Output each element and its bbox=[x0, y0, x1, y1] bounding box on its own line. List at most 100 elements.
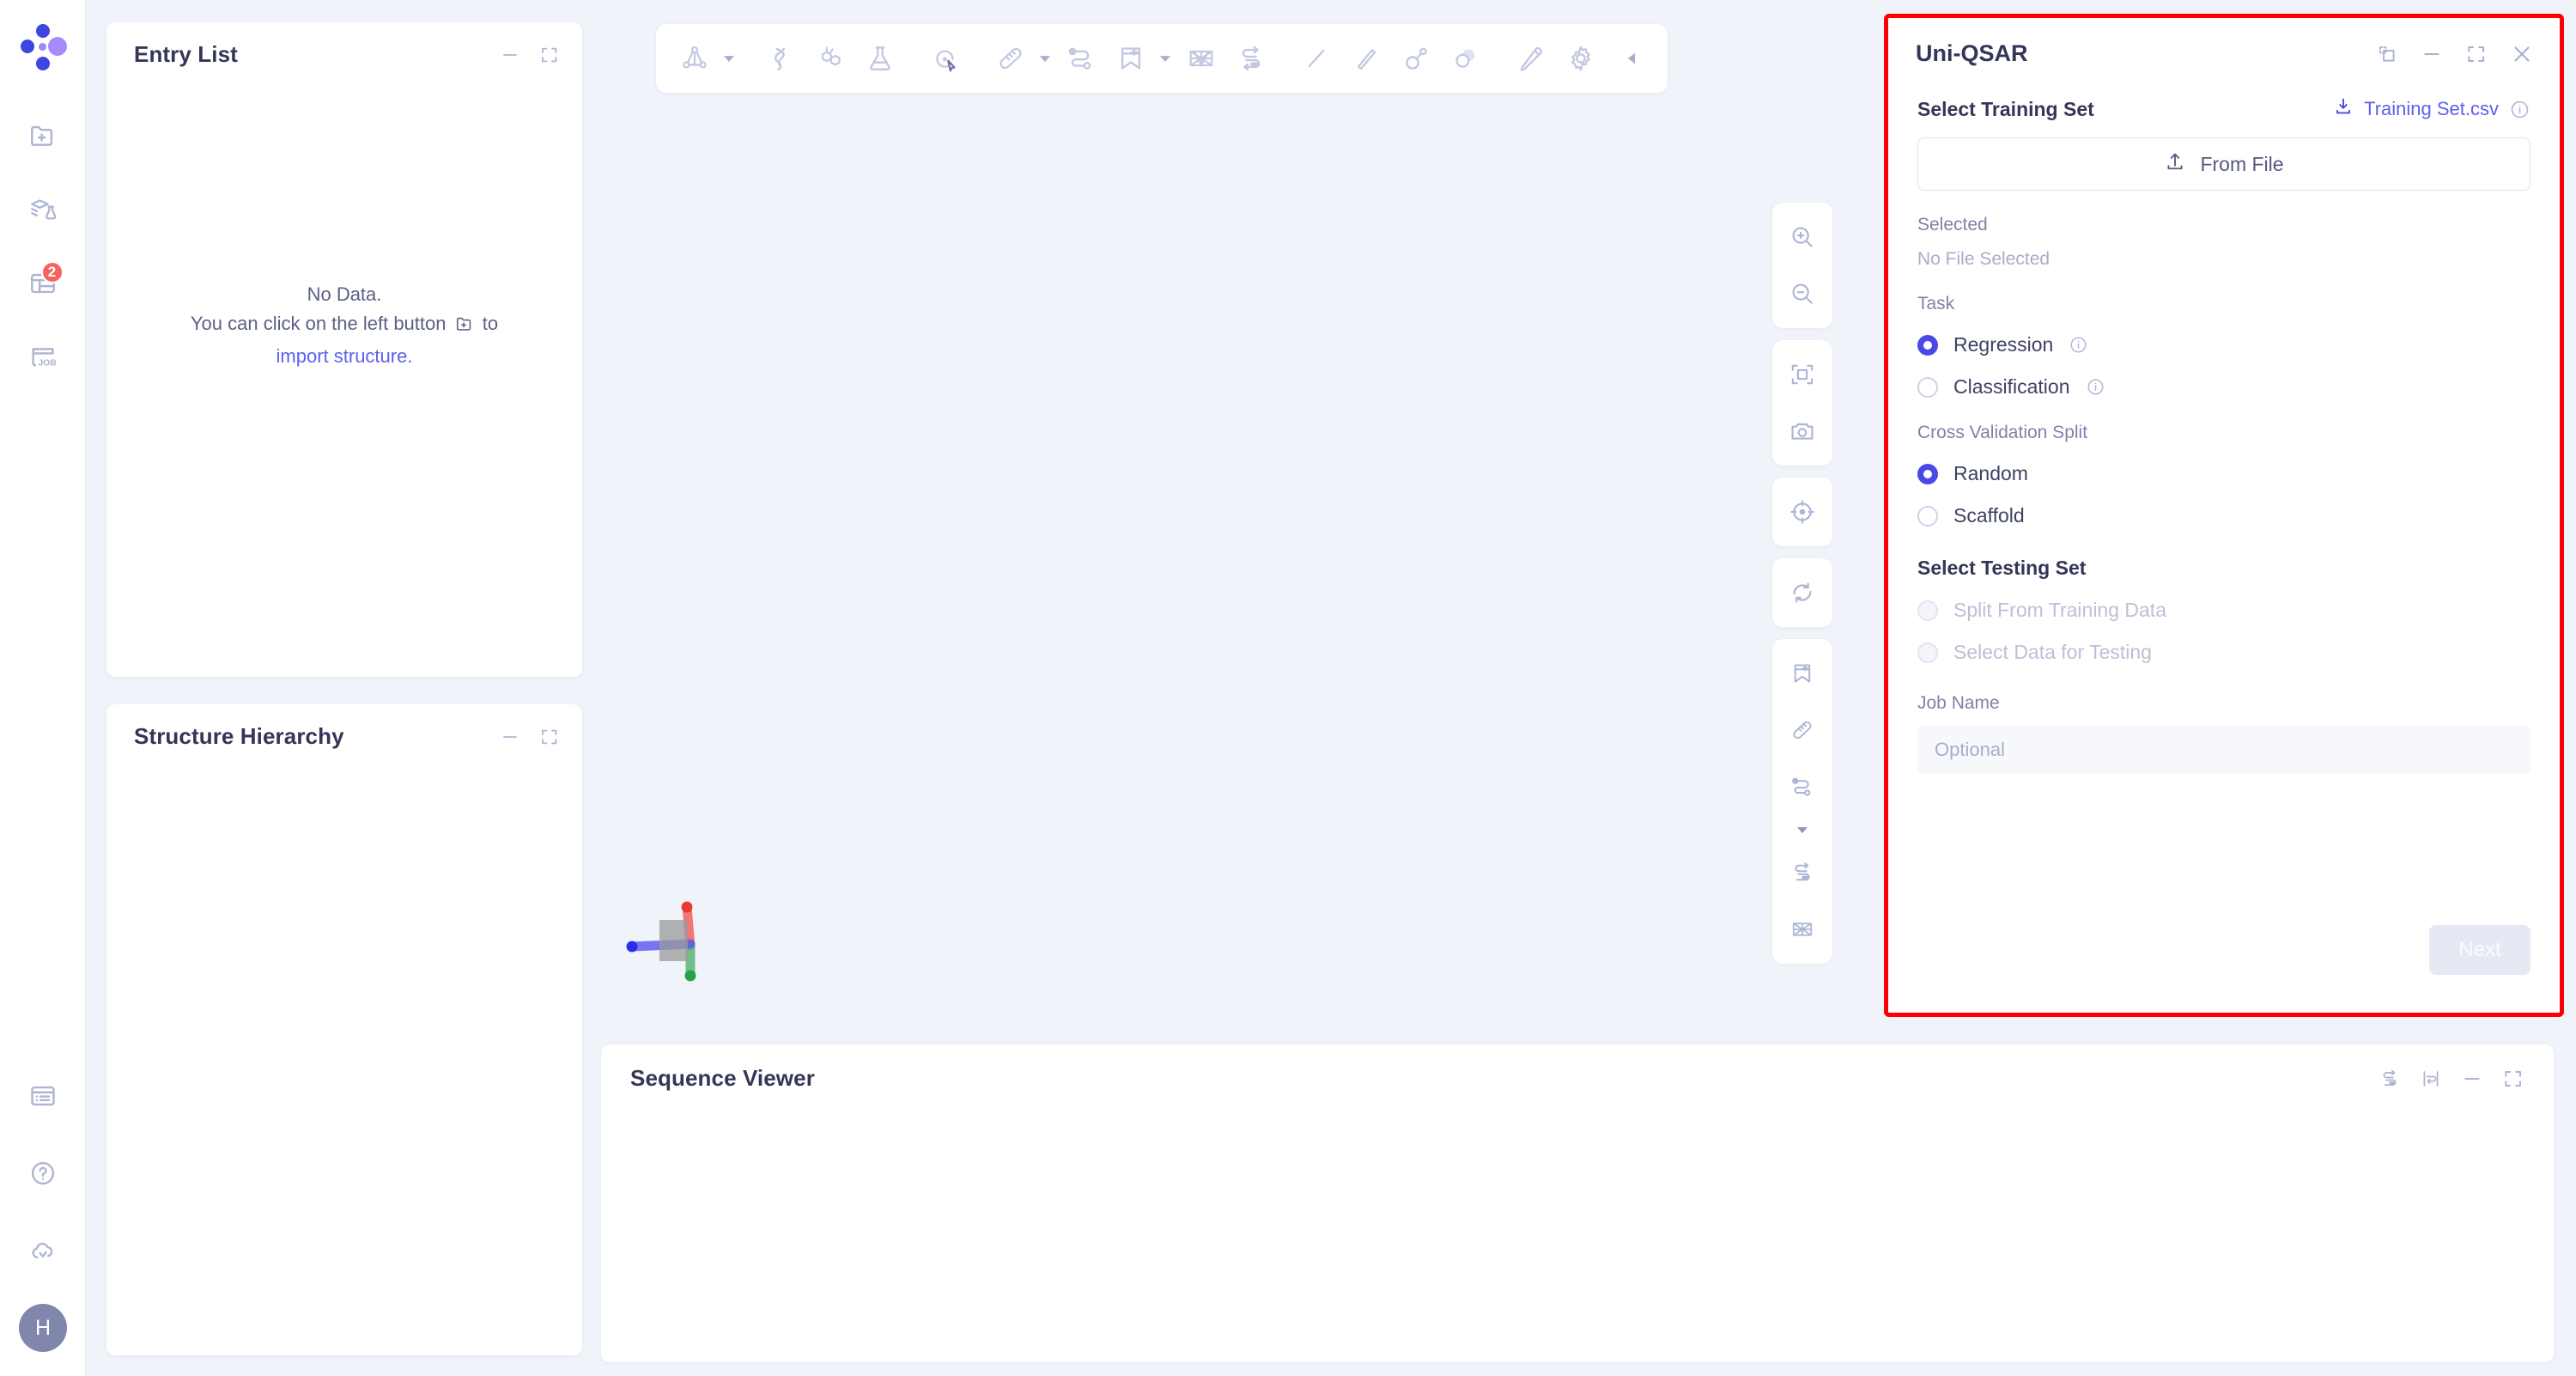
testing-set-title: Select Testing Set bbox=[1917, 557, 2087, 579]
entry-list-empty-state: No Data. You can click on the left butto… bbox=[106, 68, 582, 661]
template-file-name: Training Set.csv bbox=[2364, 98, 2499, 119]
training-set-row: Select Training Set Training Set.csv bbox=[1917, 96, 2530, 122]
path-icon[interactable] bbox=[1778, 761, 1826, 813]
edit-pencil-icon[interactable] bbox=[1508, 35, 1554, 82]
structure-hierarchy-panel: Structure Hierarchy bbox=[106, 704, 582, 1355]
molecule-structure-icon[interactable] bbox=[671, 35, 718, 82]
info-icon[interactable] bbox=[2086, 377, 2105, 397]
job-name-input[interactable] bbox=[1917, 726, 2530, 774]
sidebar-item-library[interactable] bbox=[19, 186, 67, 234]
chevron-down-icon[interactable] bbox=[1036, 35, 1054, 82]
next-button[interactable]: Next bbox=[2429, 925, 2530, 975]
bookmark-add-icon[interactable] bbox=[1108, 35, 1154, 82]
swap-arrows-icon[interactable] bbox=[1778, 847, 1826, 898]
entry-list-header: Entry List bbox=[106, 22, 582, 68]
cv-option-scaffold[interactable]: Scaffold bbox=[1917, 504, 2530, 527]
viewport-tool-group-zoom bbox=[1772, 203, 1832, 328]
top-toolbar bbox=[656, 24, 1668, 93]
sidebar-item-cloud-sync[interactable] bbox=[19, 1227, 67, 1275]
cv-option-random-label: Random bbox=[1953, 462, 2028, 484]
sidebar-item-notes[interactable] bbox=[19, 1072, 67, 1120]
import-structure-icon bbox=[28, 121, 58, 150]
gear-icon[interactable] bbox=[1558, 35, 1604, 82]
radio-regression[interactable] bbox=[1917, 334, 1938, 356]
center-target-icon[interactable] bbox=[1778, 486, 1826, 538]
refresh-icon[interactable] bbox=[1778, 567, 1826, 618]
close-icon[interactable] bbox=[2510, 42, 2534, 66]
left-sidebar: 2 JOB H bbox=[0, 0, 86, 1376]
surface-mesh-icon[interactable] bbox=[1778, 904, 1826, 955]
page-title: Entry List bbox=[134, 41, 238, 67]
app-logo[interactable] bbox=[19, 22, 67, 70]
line-icon[interactable] bbox=[1293, 35, 1340, 82]
sidebar-item-job[interactable]: JOB bbox=[19, 333, 67, 381]
ruler-icon[interactable] bbox=[987, 35, 1034, 82]
surface-mesh-icon[interactable] bbox=[1178, 35, 1224, 82]
pencil-line-icon[interactable] bbox=[1343, 35, 1389, 82]
spheres-icon[interactable] bbox=[1443, 35, 1489, 82]
toolbar-item-bookmark[interactable] bbox=[1108, 35, 1175, 82]
toolbar-item-structure[interactable] bbox=[671, 35, 738, 82]
select-cursor-icon[interactable] bbox=[922, 35, 969, 82]
path-icon[interactable] bbox=[1058, 35, 1104, 82]
sequence-viewer-title: Sequence Viewer bbox=[630, 1065, 815, 1091]
testing-option-split-from-training[interactable]: Split From Training Data bbox=[1917, 599, 2530, 622]
ruler-icon[interactable] bbox=[1778, 704, 1826, 756]
collapse-toolbar-arrow-icon[interactable] bbox=[1613, 35, 1652, 82]
toolbar-item-measure[interactable] bbox=[987, 35, 1054, 82]
uni-qsar-window-controls bbox=[2376, 42, 2534, 66]
viewport-tool-group-center bbox=[1772, 478, 1832, 546]
info-icon[interactable] bbox=[2069, 335, 2088, 355]
sidebar-item-import-structure[interactable] bbox=[19, 112, 67, 160]
info-icon[interactable] bbox=[2509, 99, 2530, 120]
more-caret-icon[interactable] bbox=[1795, 818, 1809, 842]
download-template-link[interactable]: Training Set.csv bbox=[2333, 96, 2499, 122]
bookmark-add-icon[interactable] bbox=[1778, 648, 1826, 699]
empty-line-2-prefix: You can click on the left button bbox=[190, 312, 447, 334]
task-option-classification[interactable]: Classification bbox=[1917, 375, 2530, 399]
minimize-icon[interactable] bbox=[500, 45, 520, 65]
zoom-in-icon[interactable] bbox=[1778, 211, 1826, 263]
from-file-button[interactable]: From File bbox=[1917, 137, 2530, 191]
minimize-icon[interactable] bbox=[2421, 43, 2443, 65]
chevron-down-icon[interactable] bbox=[720, 35, 738, 82]
radio-scaffold[interactable] bbox=[1917, 505, 1938, 527]
sidebar-item-help[interactable] bbox=[19, 1149, 67, 1197]
bond-node-icon[interactable] bbox=[1393, 35, 1439, 82]
wrap-lines-icon[interactable] bbox=[2420, 1068, 2442, 1090]
camera-icon[interactable] bbox=[1778, 405, 1826, 457]
cv-option-random[interactable]: Random bbox=[1917, 462, 2530, 485]
minimize-icon[interactable] bbox=[500, 727, 520, 747]
structure-hierarchy-header: Structure Hierarchy bbox=[106, 704, 582, 750]
chevron-down-icon[interactable] bbox=[1156, 35, 1175, 82]
axis-gizmo[interactable] bbox=[611, 881, 723, 993]
radio-select-data-for-testing[interactable] bbox=[1917, 642, 1938, 663]
expand-icon[interactable] bbox=[539, 727, 560, 747]
popout-icon[interactable] bbox=[2376, 43, 2398, 65]
task-option-regression[interactable]: Regression bbox=[1917, 333, 2530, 356]
swap-arrows-icon[interactable] bbox=[2379, 1068, 2401, 1090]
swap-arrows-icon[interactable] bbox=[1228, 35, 1274, 82]
upload-icon bbox=[2164, 150, 2186, 178]
radio-split-from-training-data[interactable] bbox=[1917, 600, 1938, 621]
expand-icon[interactable] bbox=[539, 45, 560, 65]
fit-to-screen-icon[interactable] bbox=[1778, 349, 1826, 400]
import-structure-link[interactable]: import structure. bbox=[191, 342, 498, 371]
training-set-title: Select Training Set bbox=[1917, 97, 2094, 120]
testing-option-select-data-label: Select Data for Testing bbox=[1953, 641, 2152, 663]
benzene-ring-icon[interactable] bbox=[807, 35, 854, 82]
expand-icon[interactable] bbox=[2502, 1068, 2524, 1090]
empty-line-1: No Data. bbox=[307, 283, 382, 305]
zoom-out-icon[interactable] bbox=[1778, 268, 1826, 320]
avatar[interactable]: H bbox=[19, 1304, 67, 1352]
dna-helix-icon[interactable] bbox=[757, 35, 804, 82]
sidebar-item-data-tables[interactable]: 2 bbox=[19, 259, 67, 307]
sequence-viewer-panel: Sequence Viewer bbox=[601, 1044, 2554, 1362]
minimize-icon[interactable] bbox=[2461, 1068, 2483, 1090]
flask-icon[interactable] bbox=[857, 35, 903, 82]
radio-random[interactable] bbox=[1917, 463, 1938, 484]
testing-option-select-data[interactable]: Select Data for Testing bbox=[1917, 641, 2530, 664]
expand-icon[interactable] bbox=[2465, 43, 2488, 65]
radio-classification[interactable] bbox=[1917, 376, 1938, 398]
task-option-regression-label: Regression bbox=[1953, 333, 2054, 356]
